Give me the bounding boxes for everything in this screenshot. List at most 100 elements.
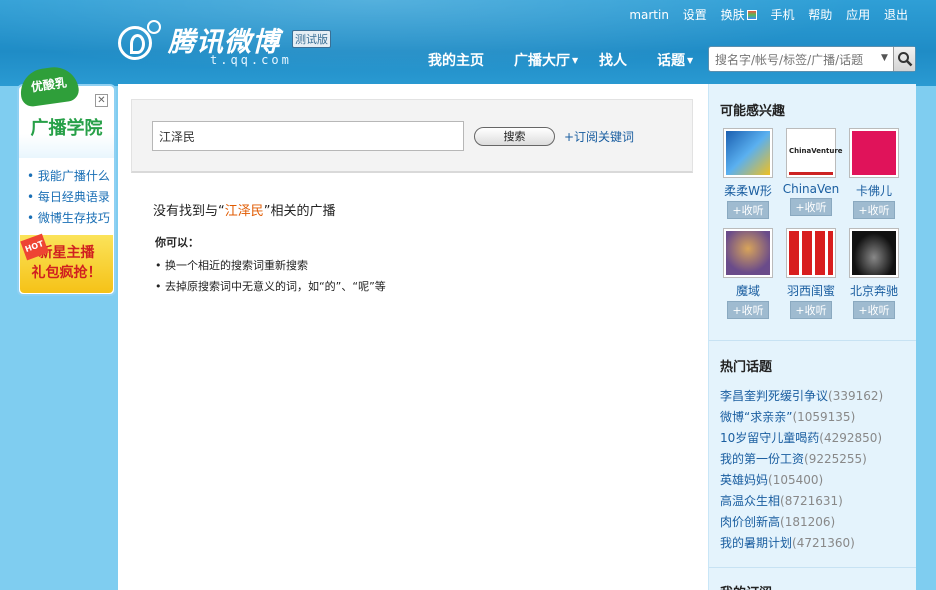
person-card: 卡佛儿 +收听 <box>845 128 903 219</box>
topic-name: 肉价创新高 <box>720 515 781 529</box>
topic-item[interactable]: 微博“求亲亲”(1059135) <box>720 407 883 428</box>
topic-name: 李昌奎判死缓引争议 <box>720 389 829 403</box>
ad-link[interactable]: 我能广播什么 <box>27 166 110 187</box>
search-icon <box>898 52 913 67</box>
skin-link[interactable]: 换肤 <box>721 8 757 22</box>
nav-topics-label: 话题 <box>657 53 685 69</box>
logo-dot-icon <box>147 20 161 34</box>
topic-count: (181206) <box>780 515 836 529</box>
ad-link[interactable]: 微博生存技巧 <box>27 208 110 229</box>
person-card: ChinaVenture ChinaVen +收听 <box>782 128 843 216</box>
promo-line2: 礼包疯抢！ <box>31 265 102 281</box>
header-search-button[interactable] <box>893 47 915 71</box>
tip-item: • 换一个相近的搜索词重新搜索 <box>155 259 308 272</box>
avatar[interactable]: ChinaVenture <box>786 128 843 178</box>
nav-topics[interactable]: 话题 ▼ <box>657 50 693 70</box>
topic-name: 高温众生相 <box>720 494 781 508</box>
divider <box>709 340 916 341</box>
follow-button[interactable]: +收听 <box>727 201 769 219</box>
topic-item[interactable]: 我的暑期计划(4721360) <box>720 533 883 554</box>
right-sidebar: 可能感兴趣 柔柔W形 +收听 ChinaVenture ChinaVen +收听… <box>708 84 916 590</box>
person-name[interactable]: 魔域 <box>719 282 777 299</box>
avatar[interactable] <box>849 228 899 278</box>
topic-count: (339162) <box>828 389 884 403</box>
ad-link[interactable]: 每日经典语录 <box>27 187 110 208</box>
topic-name: 我的第一份工资 <box>720 452 805 466</box>
topic-item[interactable]: 李昌奎判死缓引争议(339162) <box>720 386 883 407</box>
follow-button[interactable]: +收听 <box>853 201 895 219</box>
follow-button[interactable]: +收听 <box>727 301 769 319</box>
help-link[interactable]: 帮助 <box>808 8 832 22</box>
logout-link[interactable]: 退出 <box>884 8 908 22</box>
search-type-dropdown-icon[interactable]: ▼ <box>881 53 888 63</box>
topic-count: (8721631) <box>780 494 843 508</box>
skin-link-label: 换肤 <box>720 8 745 22</box>
person-name[interactable]: 柔柔W形 <box>719 182 777 199</box>
avatar-text: ChinaVenture <box>789 131 843 175</box>
no-result-message: 没有找到与“江泽民”相关的广播 <box>153 200 336 219</box>
topic-item[interactable]: 肉价创新高(181206) <box>720 512 883 533</box>
topic-name: 微博“求亲亲” <box>720 410 793 424</box>
mobile-link[interactable]: 手机 <box>770 8 794 22</box>
person-name[interactable]: 羽西闺蜜 <box>782 282 840 299</box>
topic-item[interactable]: 我的第一份工资(9225255) <box>720 449 883 470</box>
hot-topics-list: 李昌奎判死缓引争议(339162) 微博“求亲亲”(1059135) 10岁留守… <box>720 386 883 554</box>
hot-topics-title: 热门话题 <box>720 360 773 375</box>
interest-title: 可能感兴趣 <box>720 104 786 119</box>
ad-links: 我能广播什么 每日经典语录 微博生存技巧 <box>27 166 110 229</box>
left-ad-panel: 优酸乳 ✕ 广播学院 我能广播什么 每日经典语录 微博生存技巧 HOT 新星主播… <box>17 64 116 296</box>
follow-button[interactable]: +收听 <box>790 301 832 319</box>
no-result-keyword: 江泽民 <box>224 204 264 219</box>
close-icon[interactable]: ✕ <box>95 94 108 107</box>
subscriptions-title: 我的订阅 <box>720 582 772 590</box>
topic-name: 英雄妈妈 <box>720 473 769 487</box>
user-link[interactable]: martin <box>629 8 669 22</box>
topic-item[interactable]: 10岁留守儿童喝药(4292850) <box>720 428 883 449</box>
nav-find[interactable]: 找人 <box>599 50 627 70</box>
search-button[interactable]: 搜索 <box>474 127 555 146</box>
topic-count: (9225255) <box>804 452 867 466</box>
no-result-prefix: 没有找到与“ <box>153 204 225 219</box>
divider <box>709 567 916 568</box>
person-name[interactable]: 卡佛儿 <box>845 182 903 199</box>
tip-item: • 去掉原搜索词中无意义的词，如“的”、“呢”等 <box>155 280 386 293</box>
logo-domain: t.qq.com <box>210 53 292 67</box>
ad-title[interactable]: 广播学院 <box>19 114 114 140</box>
topic-name: 我的暑期计划 <box>720 536 793 550</box>
topic-name: 10岁留守儿童喝药 <box>720 431 820 445</box>
avatar[interactable] <box>849 128 899 178</box>
person-card: 魔域 +收听 <box>719 228 777 319</box>
avatar[interactable] <box>723 128 773 178</box>
topic-count: (4292850) <box>819 431 883 445</box>
topic-item[interactable]: 高温众生相(8721631) <box>720 491 883 512</box>
avatar[interactable] <box>723 228 773 278</box>
chevron-down-icon: ▼ <box>687 56 694 65</box>
nav-home[interactable]: 我的主页 <box>428 50 484 70</box>
nav-hall[interactable]: 广播大厅 ▼ <box>514 50 578 70</box>
topic-item[interactable]: 英雄妈妈(105400) <box>720 470 883 491</box>
person-card: 羽西闺蜜 +收听 <box>782 228 840 319</box>
person-card: 北京奔驰 +收听 <box>845 228 903 319</box>
main-content: 搜索 +订阅关键词 没有找到与“江泽民”相关的广播 你可以： • 换一个相近的搜… <box>118 84 708 590</box>
ad-promo-button[interactable]: HOT 新星主播 礼包疯抢！ <box>20 233 113 293</box>
search-input[interactable] <box>152 121 464 151</box>
topic-count: (1059135) <box>792 410 856 424</box>
skin-swatch-icon <box>746 10 757 20</box>
chevron-down-icon: ▼ <box>572 56 579 65</box>
topic-count: (105400) <box>768 473 824 487</box>
header-search-input[interactable] <box>715 51 879 68</box>
person-name[interactable]: 北京奔驰 <box>845 282 903 299</box>
topic-count: (4721360) <box>792 536 855 550</box>
subscribe-keyword-link[interactable]: +订阅关键词 <box>564 128 634 145</box>
top-links: martin 设置 换肤 手机 帮助 应用 退出 <box>619 6 908 23</box>
settings-link[interactable]: 设置 <box>683 8 707 22</box>
tips-heading: 你可以： <box>155 236 199 249</box>
person-card: 柔柔W形 +收听 <box>719 128 777 219</box>
search-tips: 你可以： • 换一个相近的搜索词重新搜索 • 去掉原搜索词中无意义的词，如“的”… <box>155 234 386 297</box>
apps-link[interactable]: 应用 <box>846 8 870 22</box>
follow-button[interactable]: +收听 <box>853 301 895 319</box>
logo-beta-badge: 测试版 <box>292 30 331 48</box>
avatar[interactable] <box>786 228 836 278</box>
follow-button[interactable]: +收听 <box>790 198 832 216</box>
person-name[interactable]: ChinaVen <box>782 182 840 196</box>
